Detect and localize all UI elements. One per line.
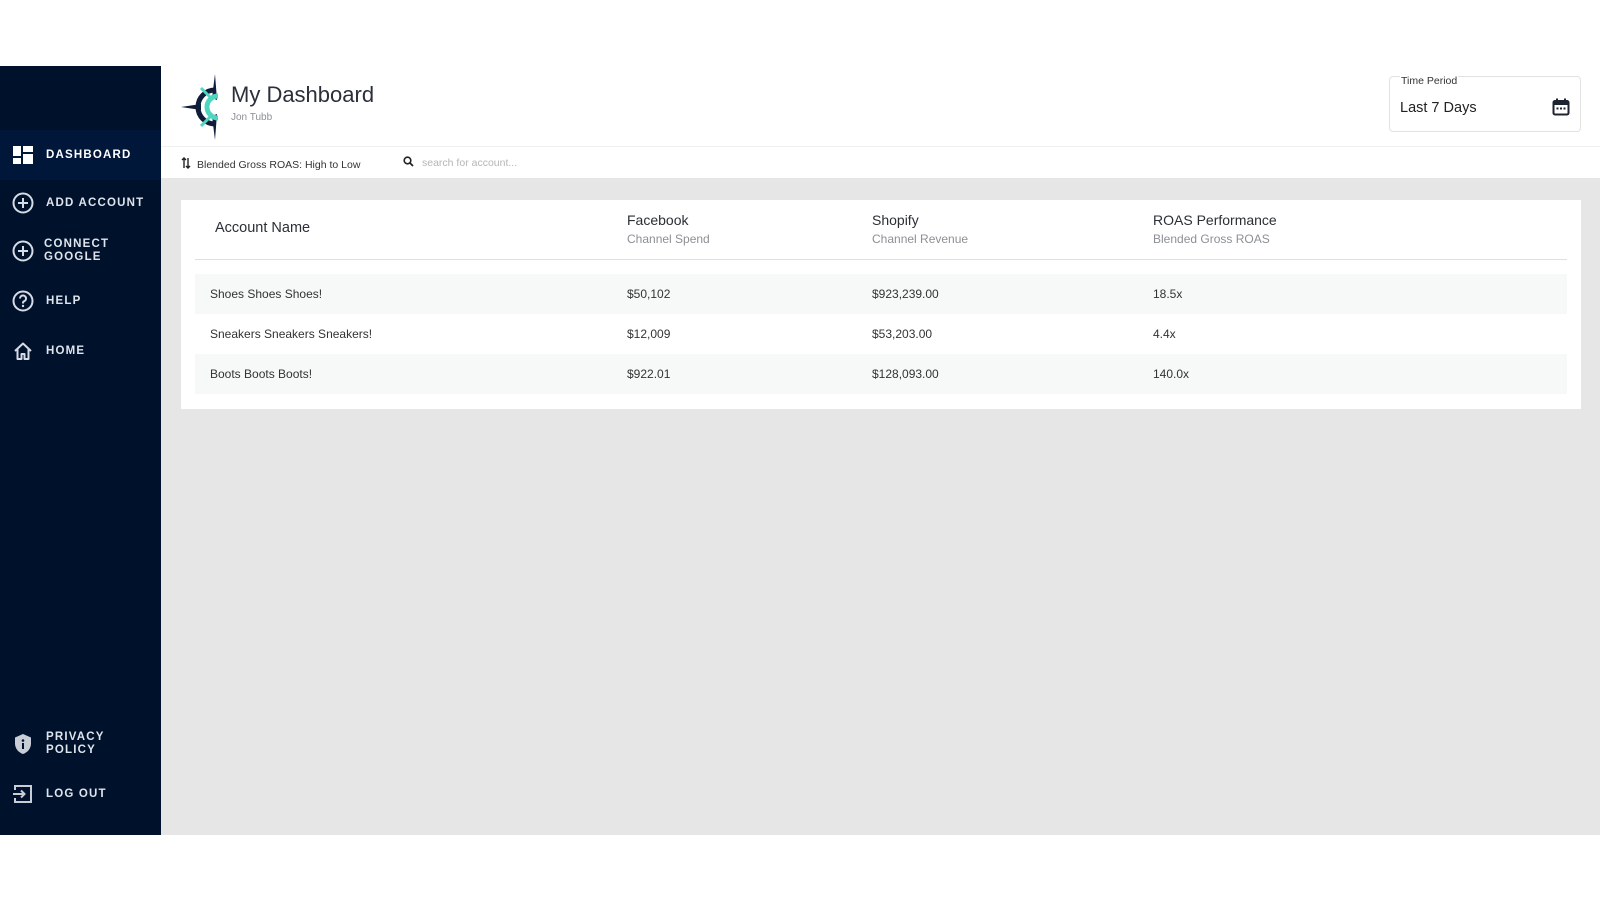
home-icon <box>12 340 34 362</box>
sidebar-item-label: Log Out <box>46 787 107 800</box>
search-input[interactable] <box>422 157 622 169</box>
table-header: Account Name Facebook Channel Spend Shop… <box>195 200 1567 260</box>
add-circle-icon <box>12 240 34 262</box>
cell-facebook-spend: $12,009 <box>627 327 671 341</box>
column-title: Shopify <box>872 212 919 228</box>
logout-icon <box>12 783 34 805</box>
main-content: My Dashboard Jon Tubb Time Period Last 7… <box>161 66 1600 835</box>
time-period-value: Last 7 Days <box>1400 100 1477 116</box>
sidebar-item-label: Home <box>46 344 86 357</box>
help-circle-icon <box>12 290 34 312</box>
dashboard-icon <box>12 144 34 166</box>
sidebar-item-label: Privacy Policy <box>46 731 105 756</box>
column-title: Facebook <box>627 212 689 228</box>
add-circle-icon <box>12 192 34 214</box>
sidebar: Dashboard Add Account Connect Google Hel… <box>0 66 161 835</box>
page-title: My Dashboard <box>231 82 375 107</box>
column-title: ROAS Performance <box>1153 212 1277 228</box>
sidebar-item-add-account[interactable]: Add Account <box>0 185 161 221</box>
cell-shopify-revenue: $53,203.00 <box>872 327 933 341</box>
column-title: Account Name <box>215 220 311 236</box>
sidebar-item-privacy-policy[interactable]: Privacy Policy <box>0 726 161 762</box>
sort-icon <box>181 156 191 174</box>
sidebar-item-help[interactable]: Help <box>0 283 161 319</box>
column-header-roas[interactable]: ROAS Performance Blended Gross ROAS <box>1153 212 1277 246</box>
compass-logo-icon <box>181 72 223 142</box>
cell-facebook-spend: $922.01 <box>627 367 671 381</box>
sidebar-item-log-out[interactable]: Log Out <box>0 776 161 812</box>
column-subtitle: Channel Spend <box>627 232 710 246</box>
column-header-facebook[interactable]: Facebook Channel Spend <box>627 212 710 246</box>
cell-shopify-revenue: $128,093.00 <box>872 367 939 381</box>
cell-roas: 18.5x <box>1153 287 1183 301</box>
sort-label: Blended Gross ROAS: High to Low <box>197 159 361 171</box>
column-header-account-name[interactable]: Account Name <box>215 220 310 236</box>
cell-facebook-spend: $50,102 <box>627 287 671 301</box>
sidebar-item-home[interactable]: Home <box>0 333 161 369</box>
cell-roas: 140.0x <box>1153 367 1190 381</box>
search-icon <box>403 154 414 172</box>
sidebar-item-dashboard[interactable]: Dashboard <box>0 130 161 180</box>
sidebar-item-label: Add Account <box>46 196 145 209</box>
cell-shopify-revenue: $923,239.00 <box>872 287 939 301</box>
column-subtitle: Channel Revenue <box>872 232 969 246</box>
sort-control[interactable]: Blended Gross ROAS: High to Low <box>181 156 360 174</box>
app-shell: Dashboard Add Account Connect Google Hel… <box>0 66 1600 835</box>
time-period-select[interactable]: Time Period Last 7 Days <box>1389 75 1581 132</box>
search-box <box>403 154 622 172</box>
cell-account-name: Boots Boots Boots! <box>210 367 313 381</box>
column-subtitle: Blended Gross ROAS <box>1153 232 1270 246</box>
table-row[interactable]: Shoes Shoes Shoes! $50,102 $923,239.00 1… <box>195 274 1567 314</box>
sidebar-item-label: Connect Google <box>44 238 110 263</box>
table-row[interactable]: Sneakers Sneakers Sneakers! $12,009 $53,… <box>195 314 1567 354</box>
sidebar-item-connect-google[interactable]: Connect Google <box>0 233 161 269</box>
shield-info-icon <box>12 733 34 755</box>
cell-account-name: Sneakers Sneakers Sneakers! <box>210 327 373 341</box>
sidebar-item-label: Help <box>46 294 82 307</box>
page-header: My Dashboard Jon Tubb Time Period Last 7… <box>161 66 1600 146</box>
column-header-shopify[interactable]: Shopify Channel Revenue <box>872 212 968 246</box>
time-period-label: Time Period <box>1400 75 1459 87</box>
calendar-icon[interactable] <box>1552 98 1570 116</box>
cell-roas: 4.4x <box>1153 327 1176 341</box>
accounts-table: Account Name Facebook Channel Spend Shop… <box>181 200 1581 409</box>
user-name: Jon Tubb <box>231 112 273 123</box>
cell-account-name: Shoes Shoes Shoes! <box>210 287 323 301</box>
toolbar: Blended Gross ROAS: High to Low <box>161 146 1600 178</box>
sidebar-item-label: Dashboard <box>46 148 132 161</box>
table-row[interactable]: Boots Boots Boots! $922.01 $128,093.00 1… <box>195 354 1567 394</box>
